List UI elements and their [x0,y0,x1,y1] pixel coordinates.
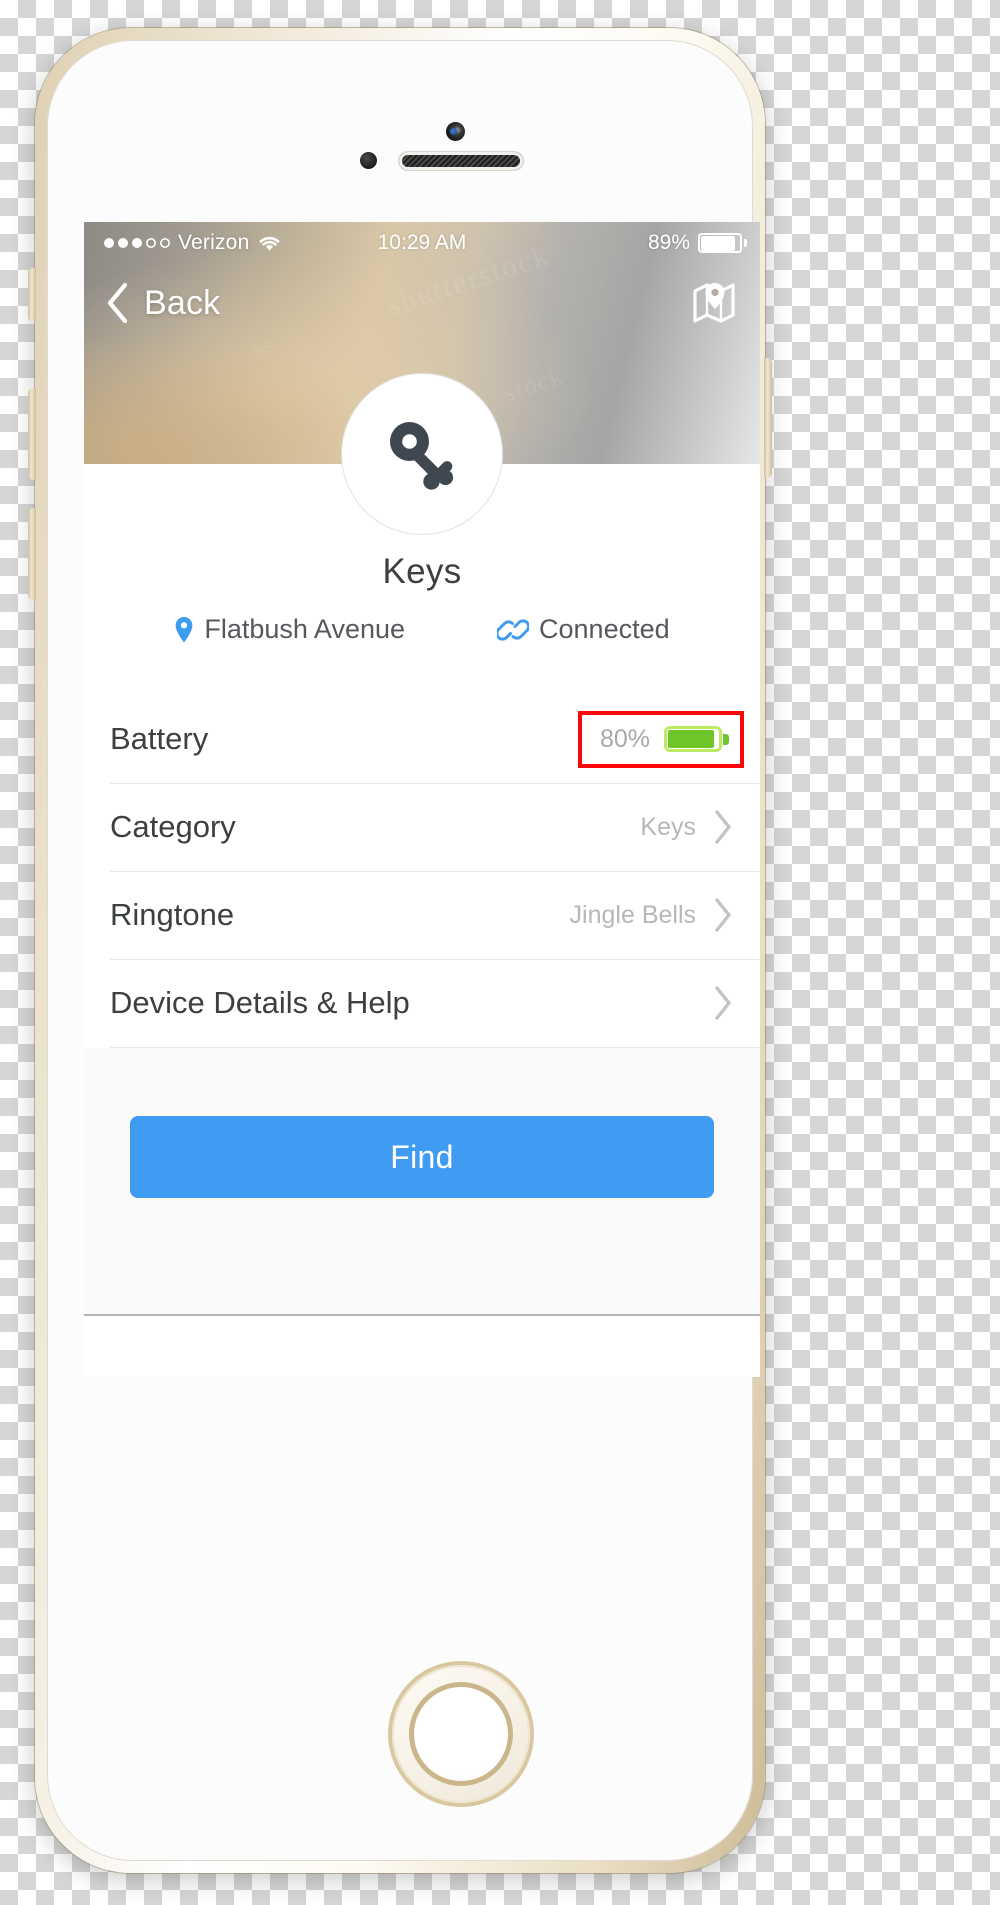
navigation-bar: Back [84,264,760,342]
front-camera-icon [446,122,465,141]
battery-status-badge: 80% [577,710,744,768]
status-bar-right: 89% [647,231,747,255]
volume-up-button[interactable] [28,388,36,480]
device-location-label: Flatbush Avenue [204,614,406,644]
chevron-left-icon [107,282,128,324]
device-connection: Connected [497,614,670,645]
device-avatar [342,374,502,534]
device-connection-label: Connected [539,614,670,644]
chevron-right-icon [715,810,731,844]
find-button[interactable]: Find [130,1116,714,1198]
settings-list: Battery 80% Category Keys Ringtone Jingl… [84,695,760,1048]
proximity-sensor-icon [360,152,377,169]
signal-strength-icon [104,238,170,248]
volume-down-button[interactable] [28,508,36,600]
category-row-value: Keys [640,812,696,841]
phone-front-face: shutterstock stock ss Verizon 10:29 AM 8… [47,40,760,1861]
status-bar: Verizon 10:29 AM 89% [84,222,760,264]
map-pin-button[interactable] [688,275,740,332]
device-battery-icon [664,726,729,752]
list-item-battery[interactable]: Battery 80% [84,695,760,783]
phone-screen: shutterstock stock ss Verizon 10:29 AM 8… [84,222,760,1377]
battery-row-label: Battery [110,721,209,756]
device-detail-body: Keys Flatbush Avenue Connected Battery 8… [84,464,760,1316]
header-hero-image: shutterstock stock ss Verizon 10:29 AM 8… [84,222,760,534]
location-pin-icon [175,616,193,642]
status-battery-icon [698,233,747,253]
key-icon [390,422,454,490]
watermark-text-2: stock [501,363,568,407]
status-battery-percent: 89% [647,231,690,254]
device-battery-percent: 80% [599,724,650,753]
link-icon [497,618,530,641]
home-button[interactable] [392,1665,530,1803]
carrier-label: Verizon [178,231,250,254]
list-item-device-details[interactable]: Device Details & Help [84,959,760,1047]
category-row-label: Category [110,809,236,844]
list-item-ringtone[interactable]: Ringtone Jingle Bells [84,871,760,959]
power-button[interactable] [764,358,772,478]
mute-switch[interactable] [28,268,36,322]
back-label: Back [144,283,221,322]
device-details-row-label: Device Details & Help [110,985,410,1020]
ringtone-row-value: Jingle Bells [569,900,696,929]
wifi-icon [260,236,280,251]
earpiece-speaker-icon [399,152,523,170]
list-item-category[interactable]: Category Keys [84,783,760,871]
ringtone-row-label: Ringtone [110,897,235,932]
phone-device: shutterstock stock ss Verizon 10:29 AM 8… [28,28,772,1873]
chevron-right-icon [715,898,731,932]
back-button[interactable]: Back [104,281,220,325]
map-pin-icon [693,282,735,323]
device-name: Keys [382,552,462,591]
chevron-right-icon [715,986,731,1020]
screen-bottom-edge [84,1314,760,1316]
device-meta-row: Flatbush Avenue Connected [84,614,760,645]
device-location: Flatbush Avenue [174,614,405,645]
footer-area: Find [84,1048,760,1316]
